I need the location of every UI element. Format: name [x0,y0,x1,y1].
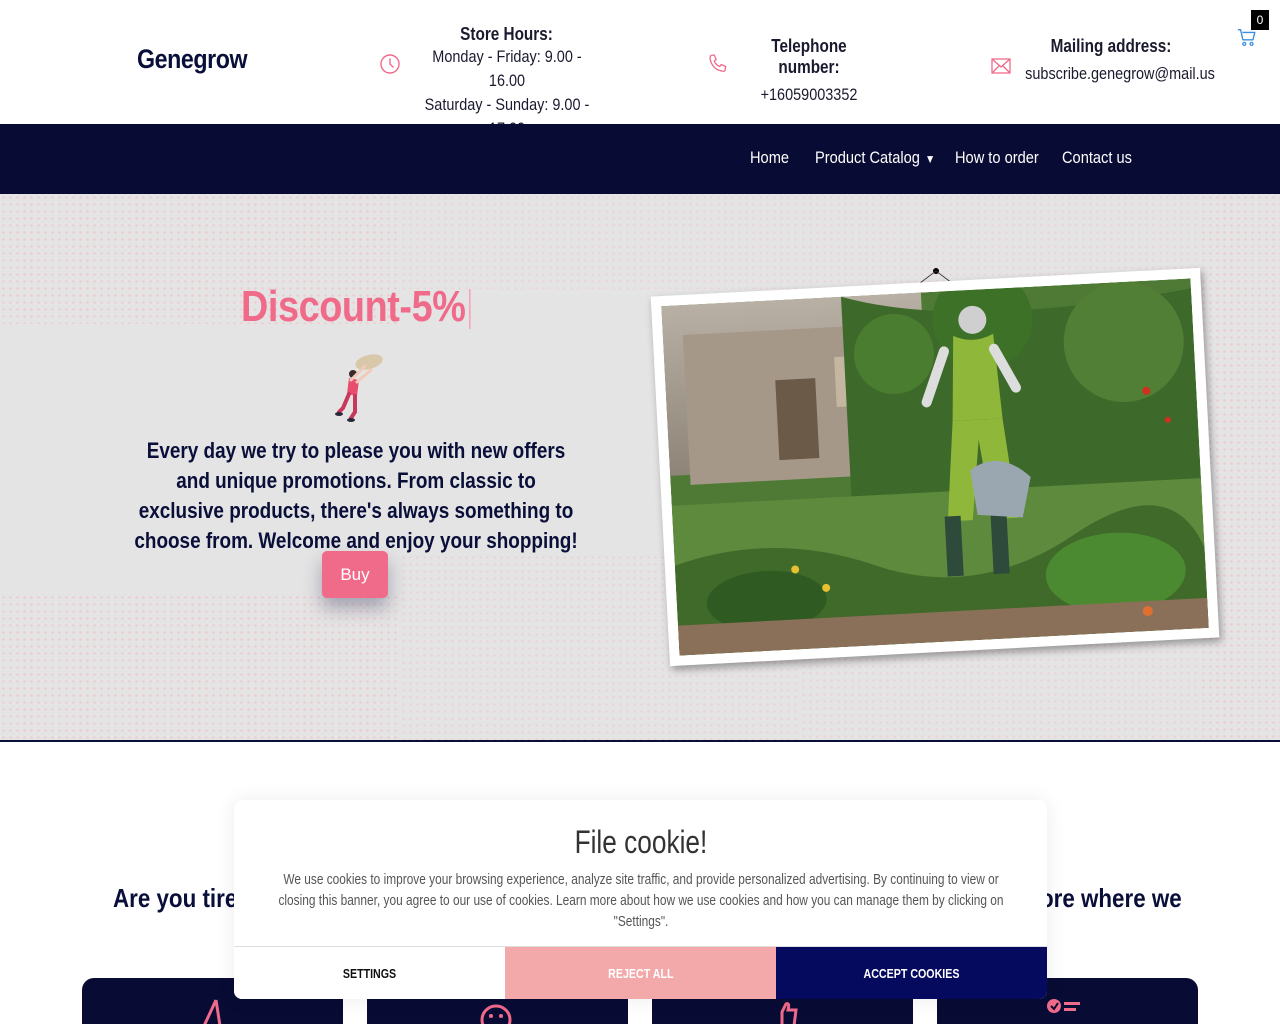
cookie-reject-button[interactable]: REJECT ALL [505,947,776,999]
cookie-settings-label: SETTINGS [342,966,397,981]
cookie-banner: File cookie! We use cookies to improve y… [234,800,1047,999]
cookie-title: File cookie! [234,824,1047,861]
cookie-reject-label: REJECT ALL [607,966,674,981]
cookie-description: We use cookies to improve your browsing … [264,870,1017,933]
hero-pattern [400,194,800,289]
delivery-person-illustration [335,354,383,422]
top-header: Genegrow Store Hours: Monday - Friday: 9… [0,0,1280,138]
brand-logo[interactable]: Genegrow [137,44,248,75]
nav-how-to-order[interactable]: How to order [955,148,1039,168]
cookie-settings-button[interactable]: SETTINGS [234,947,505,999]
cookie-accept-label: ACCEPT COOKIES [863,966,960,981]
cookie-title-text: File cookie! [574,824,707,860]
clock-icon [380,54,400,74]
hero-description: Every day we try to please you with new … [98,436,614,556]
checklist-icon [1047,999,1080,1013]
lightning-icon [203,999,222,1024]
hero-photo-frame [650,267,1220,667]
telephone-title: Telephone number: [771,36,847,77]
telephone-info: Telephone number: +16059003352 [730,36,888,107]
main-nav: Home Product Catalog ▼ How to order Conta… [0,124,1280,194]
garden-scene-illustration [661,278,1209,656]
nav-home[interactable]: Home [750,148,789,168]
gardening-woman-photo [661,278,1209,656]
cookie-buttons: SETTINGS REJECT ALL ACCEPT COOKIES [234,946,1047,999]
hero-section: Discount-5% Every day we try to please y… [0,194,1280,742]
nav-product-catalog[interactable]: Product Catalog ▼ [815,148,935,168]
mailing-address[interactable]: subscribe.genegrow@mail.us [1025,62,1215,86]
telephone-number[interactable]: +16059003352 [742,83,876,107]
smile-icon [480,1004,512,1024]
store-hours-title: Store Hours: [460,24,554,44]
mailing-title: Mailing address: [1050,36,1172,56]
hero-description-text: Every day we try to please you with new … [134,438,578,553]
hero-headline-text: Discount-5% [241,282,466,331]
thumbs-up-icon [780,1002,798,1024]
section-title-fragment-right: ore where we [1040,883,1182,913]
buy-button[interactable]: Buy [322,551,388,598]
section-title-fragment-left: Are you tired [113,883,251,913]
hero-headline: Discount-5% [241,282,471,332]
mailing-info: Mailing address: subscribe.genegrow@mail… [1010,36,1215,86]
cookie-description-text: We use cookies to improve your browsing … [278,872,1004,930]
hero-pattern [1200,194,1280,740]
store-hours-weekdays: Monday - Friday: 9.00 - 16.00 [432,47,582,90]
hero-pattern [0,594,400,740]
phone-icon [709,54,727,72]
nav-contact-us[interactable]: Contact us [1062,148,1132,168]
cookie-accept-button[interactable]: ACCEPT COOKIES [776,947,1047,999]
nav-product-catalog-label: Product Catalog [815,148,920,167]
typing-cursor [468,289,471,330]
caret-down-icon: ▼ [924,152,936,166]
cart-count-badge: 0 [1251,10,1269,30]
